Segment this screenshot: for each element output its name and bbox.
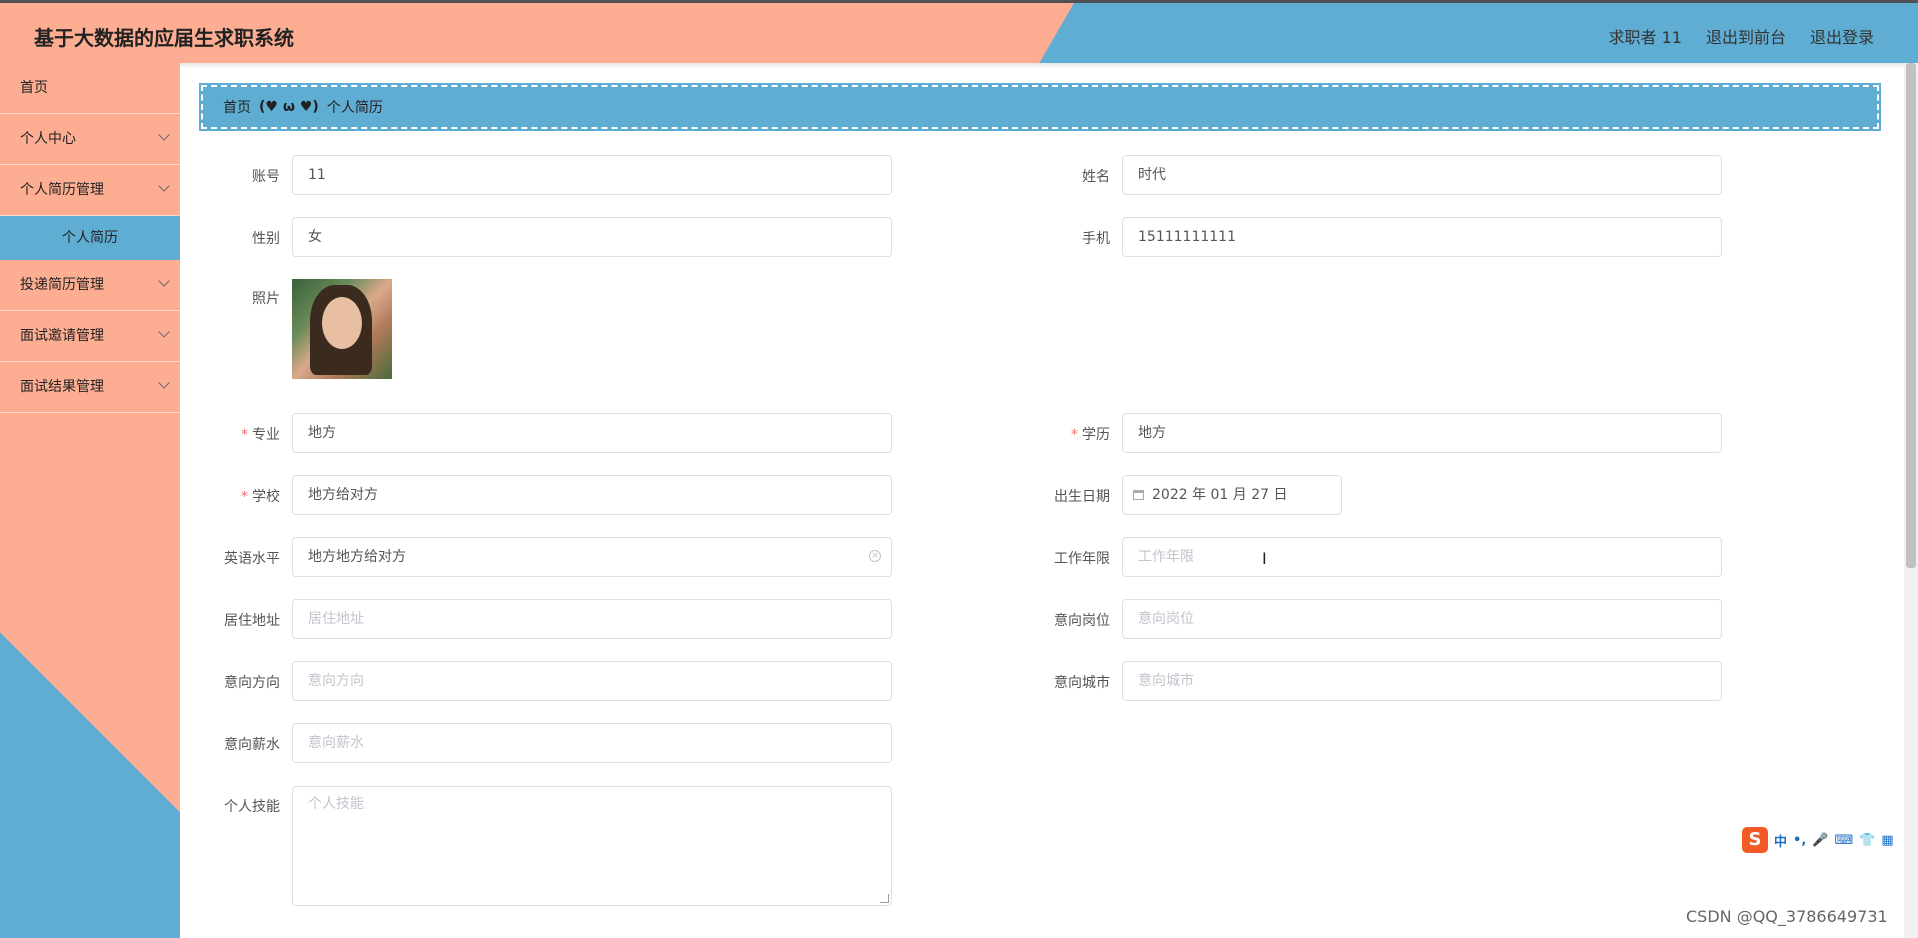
city-label: 意向城市: [1054, 675, 1110, 691]
breadcrumb-home[interactable]: 首页: [223, 97, 251, 117]
profile-photo[interactable]: [292, 279, 392, 379]
chevron-down-icon: [158, 129, 170, 141]
account-input[interactable]: 11: [292, 155, 892, 195]
work-years-input[interactable]: 工作年限: [1122, 537, 1722, 577]
sidebar: 首页 个人中心 个人简历管理 个人简历 投递简历管理 面试邀请管理 面试结果管理: [0, 63, 180, 938]
breadcrumb: 首页 (♥ ω ♥) 个人简历: [199, 83, 1881, 131]
photo-label: 照片: [252, 291, 280, 307]
education-input[interactable]: 地方: [1122, 413, 1722, 453]
position-input[interactable]: 意向岗位: [1122, 599, 1722, 639]
phone-label: 手机: [1082, 231, 1110, 247]
birthdate-picker[interactable]: 2022 年 01 月 27 日: [1122, 475, 1342, 515]
sidebar-item-label: 面试结果管理: [20, 379, 104, 395]
birthdate-value: 2022 年 01 月 27 日: [1152, 487, 1288, 503]
work-years-label: 工作年限: [1054, 551, 1110, 567]
back-to-front-link[interactable]: 退出到前台: [1706, 24, 1786, 48]
major-label-text: 专业: [252, 427, 280, 443]
english-value: 地方地方给对方: [308, 549, 406, 565]
clear-icon[interactable]: ×: [869, 550, 881, 562]
direction-input[interactable]: 意向方向: [292, 661, 892, 701]
sidebar-item-label: 面试邀请管理: [20, 328, 104, 344]
user-label: 求职者 11: [1608, 28, 1682, 47]
ime-punctuation-icon[interactable]: •,: [1793, 833, 1806, 848]
sidebar-item-label: 个人简历管理: [20, 182, 104, 198]
gender-label: 性别: [252, 231, 280, 247]
english-label: 英语水平: [224, 551, 280, 567]
sidebar-item-personal-center[interactable]: 个人中心: [0, 114, 180, 165]
skin-icon[interactable]: 👕: [1859, 833, 1875, 848]
sidebar-item-resume-management[interactable]: 个人简历管理: [0, 165, 180, 216]
sidebar-item-delivery-management[interactable]: 投递简历管理: [0, 260, 180, 311]
microphone-icon[interactable]: 🎤: [1812, 833, 1828, 848]
chevron-down-icon: [158, 377, 170, 389]
gender-input[interactable]: 女: [292, 217, 892, 257]
birthdate-label: 出生日期: [1054, 489, 1110, 505]
education-label-text: 学历: [1082, 427, 1110, 443]
sidebar-item-home[interactable]: 首页: [0, 63, 180, 114]
name-input[interactable]: 时代: [1122, 155, 1722, 195]
watermark: CSDN @QQ_3786649731: [1686, 907, 1888, 926]
resize-handle-icon[interactable]: [880, 894, 889, 903]
scrollbar-thumb[interactable]: [1906, 63, 1916, 568]
phone-input[interactable]: 15111111111: [1122, 217, 1722, 257]
account-label: 账号: [252, 169, 280, 185]
sidebar-item-label: 投递简历管理: [20, 277, 104, 293]
sidebar-item-interview-result[interactable]: 面试结果管理: [0, 362, 180, 413]
required-mark: *: [1071, 427, 1078, 443]
required-mark: *: [241, 489, 248, 505]
name-label: 姓名: [1082, 169, 1110, 185]
position-label: 意向岗位: [1054, 613, 1110, 629]
salary-input[interactable]: 意向薪水: [292, 723, 892, 763]
sidebar-subitem-label: 个人简历: [62, 230, 118, 246]
header-actions: 求职者 11 退出到前台 退出登录: [1609, 24, 1874, 48]
sidebar-item-label: 个人中心: [20, 131, 76, 147]
vertical-scrollbar[interactable]: [1904, 63, 1918, 938]
required-mark: *: [241, 427, 248, 443]
address-input[interactable]: 居住地址: [292, 599, 892, 639]
breadcrumb-current: 个人简历: [326, 100, 383, 116]
school-label-text: 学校: [252, 489, 280, 505]
english-input[interactable]: 地方地方给对方 ×: [292, 537, 892, 577]
skills-textarea[interactable]: 个人技能: [292, 786, 892, 906]
sidebar-item-label: 首页: [20, 80, 48, 96]
app-title: 基于大数据的应届生求职系统: [34, 26, 294, 50]
chevron-down-icon: [158, 275, 170, 287]
logout-link[interactable]: 退出登录: [1810, 24, 1874, 48]
sidebar-item-interview-invite[interactable]: 面试邀请管理: [0, 311, 180, 362]
ime-chinese-toggle[interactable]: 中: [1774, 831, 1787, 850]
sogou-logo-icon[interactable]: S: [1742, 827, 1768, 853]
app-header: 基于大数据的应届生求职系统 求职者 11 退出到前台 退出登录: [0, 3, 1918, 63]
calendar-icon: [1133, 490, 1144, 500]
ime-toolbar: S 中 •, 🎤 ⌨ 👕 ▦: [1742, 826, 1894, 854]
grid-menu-icon[interactable]: ▦: [1881, 833, 1893, 848]
major-label: * 专业: [190, 424, 280, 444]
text-cursor-icon: I: [1262, 549, 1267, 568]
education-label: * 学历: [1020, 424, 1110, 444]
skills-label: 个人技能: [224, 799, 280, 815]
sidebar-subitem-resume[interactable]: 个人简历: [0, 216, 180, 260]
photo-face: [322, 297, 362, 349]
skills-placeholder: 个人技能: [308, 796, 364, 812]
keyboard-icon[interactable]: ⌨: [1834, 833, 1853, 848]
major-input[interactable]: 地方: [292, 413, 892, 453]
chevron-down-icon: [158, 180, 170, 192]
school-input[interactable]: 地方给对方: [292, 475, 892, 515]
salary-label: 意向薪水: [224, 737, 280, 753]
address-label: 居住地址: [224, 613, 280, 629]
city-input[interactable]: 意向城市: [1122, 661, 1722, 701]
breadcrumb-separator: (♥ ω ♥): [259, 99, 319, 115]
direction-label: 意向方向: [224, 675, 280, 691]
school-label: * 学校: [190, 486, 280, 506]
chevron-down-icon: [158, 326, 170, 338]
